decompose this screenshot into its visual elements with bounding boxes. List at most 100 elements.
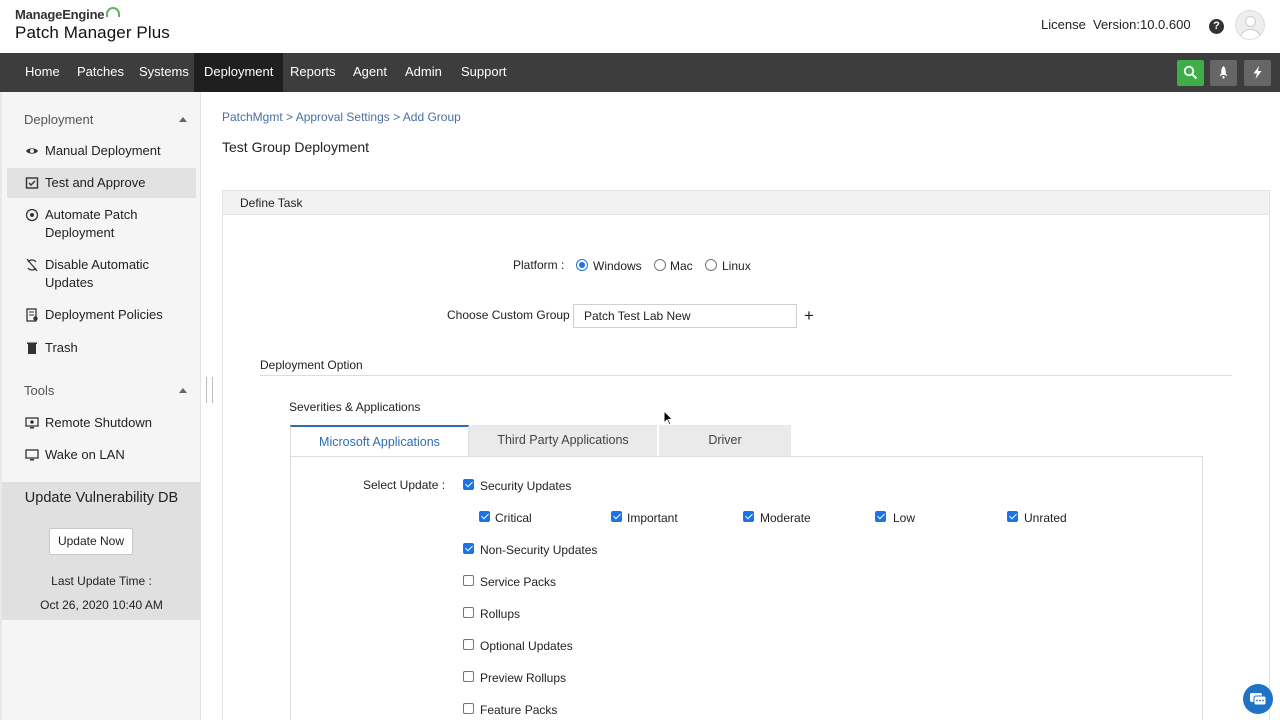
sidebar-item-label: Wake on LAN bbox=[45, 447, 125, 462]
main-nav: Home Patches Systems Deployment Reports … bbox=[0, 53, 1280, 92]
optional-updates-label[interactable]: Optional Updates bbox=[480, 639, 573, 653]
radio-mac[interactable] bbox=[654, 259, 666, 271]
severities-title: Severities & Applications bbox=[289, 400, 421, 414]
important-label[interactable]: Important bbox=[627, 511, 678, 525]
service-packs-label[interactable]: Service Packs bbox=[480, 575, 556, 589]
license-link[interactable]: License bbox=[1041, 17, 1086, 32]
low-label[interactable]: Low bbox=[893, 511, 915, 525]
checkbox-preview-rollups[interactable] bbox=[463, 671, 474, 682]
version-text: Version:10.0.600 bbox=[1093, 17, 1191, 32]
sidebar-item-disable-automatic-updates[interactable]: Disable Automatic Updates bbox=[7, 256, 196, 292]
checkbox-important[interactable] bbox=[611, 511, 622, 522]
sidebar-section-deployment[interactable]: Deployment bbox=[24, 112, 93, 127]
nav-patches[interactable]: Patches bbox=[67, 53, 134, 92]
select-update-label: Select Update : bbox=[363, 478, 446, 492]
rollups-label[interactable]: Rollups bbox=[480, 607, 520, 621]
update-now-button[interactable]: Update Now bbox=[49, 528, 133, 555]
nav-admin[interactable]: Admin bbox=[395, 53, 452, 92]
sidebar: Deployment Manual Deployment Test and Ap… bbox=[0, 92, 201, 720]
nav-support[interactable]: Support bbox=[451, 53, 517, 92]
sidebar-item-wake-on-lan[interactable]: Wake on LAN bbox=[7, 446, 196, 464]
radio-linux-label[interactable]: Linux bbox=[722, 259, 751, 273]
critical-label[interactable]: Critical bbox=[495, 511, 532, 525]
sidebar-collapse-handle[interactable] bbox=[206, 377, 213, 403]
sidebar-item-trash[interactable]: Trash bbox=[7, 339, 196, 357]
logo-arc-icon bbox=[106, 7, 121, 17]
update-db-title: Update Vulnerability DB bbox=[24, 490, 179, 506]
rocket-icon bbox=[1219, 66, 1228, 79]
checkbox-non-security-updates[interactable] bbox=[463, 543, 474, 554]
checkbox-low[interactable] bbox=[875, 511, 886, 522]
sidebar-item-automate-patch-deployment[interactable]: Automate Patch Deployment bbox=[7, 206, 196, 242]
nav-deployment[interactable]: Deployment bbox=[194, 53, 284, 92]
radio-linux[interactable] bbox=[705, 259, 717, 271]
tab-third-party-applications[interactable]: Third Party Applications bbox=[469, 425, 657, 456]
security-updates-label[interactable]: Security Updates bbox=[480, 479, 571, 493]
nav-agent[interactable]: Agent bbox=[343, 53, 397, 92]
app-logo[interactable]: ManageEngine Patch Manager Plus bbox=[15, 7, 170, 43]
sidebar-item-label: Disable Automatic Updates bbox=[45, 257, 150, 290]
checkbox-critical[interactable] bbox=[479, 511, 490, 522]
sidebar-item-manual-deployment[interactable]: Manual Deployment bbox=[7, 142, 196, 160]
collapse-caret-icon[interactable] bbox=[179, 388, 187, 393]
search-button[interactable] bbox=[1177, 60, 1204, 86]
sidebar-item-label: Trash bbox=[45, 340, 78, 355]
checkbox-security-updates[interactable] bbox=[463, 479, 474, 490]
help-icon[interactable]: ? bbox=[1209, 19, 1224, 34]
checklist-icon bbox=[25, 177, 39, 189]
chat-icon bbox=[1250, 693, 1267, 706]
panel-title: Define Task bbox=[240, 196, 303, 210]
preview-rollups-label[interactable]: Preview Rollups bbox=[480, 671, 566, 685]
custom-group-label: Choose Custom Group : bbox=[447, 308, 577, 322]
checkbox-rollups[interactable] bbox=[463, 607, 474, 618]
radio-windows-label[interactable]: Windows bbox=[593, 259, 642, 273]
checkbox-service-packs[interactable] bbox=[463, 575, 474, 586]
sidebar-item-test-and-approve[interactable]: Test and Approve bbox=[7, 168, 196, 198]
collapse-caret-icon[interactable] bbox=[179, 117, 187, 122]
quick-actions-button[interactable] bbox=[1244, 60, 1271, 86]
radio-windows[interactable] bbox=[576, 259, 588, 271]
moderate-label[interactable]: Moderate bbox=[760, 511, 811, 525]
quick-launch-button[interactable] bbox=[1210, 60, 1237, 86]
checkbox-optional-updates[interactable] bbox=[463, 639, 474, 650]
nav-reports[interactable]: Reports bbox=[280, 53, 346, 92]
mouse-cursor-icon bbox=[663, 410, 674, 426]
sidebar-item-label: Deployment Policies bbox=[45, 307, 163, 322]
non-security-updates-label[interactable]: Non-Security Updates bbox=[480, 543, 597, 557]
sidebar-section-tools[interactable]: Tools bbox=[24, 383, 54, 398]
checkbox-feature-packs[interactable] bbox=[463, 703, 474, 714]
tab-driver[interactable]: Driver bbox=[659, 425, 791, 456]
add-group-icon[interactable]: + bbox=[804, 306, 814, 326]
sidebar-item-label: Test and Approve bbox=[45, 175, 146, 190]
checkbox-moderate[interactable] bbox=[743, 511, 754, 522]
tab-content bbox=[290, 456, 1203, 720]
deployment-option-title: Deployment Option bbox=[260, 358, 363, 372]
update-vulnerability-db-box: Update Vulnerability DB Update Now Last … bbox=[2, 482, 201, 620]
brand-name: ManageEngine bbox=[15, 7, 105, 22]
nav-systems[interactable]: Systems bbox=[129, 53, 199, 92]
gear-cycle-icon bbox=[25, 208, 39, 222]
sidebar-item-label: Automate Patch Deployment bbox=[45, 207, 138, 240]
sidebar-item-label: Remote Shutdown bbox=[45, 415, 152, 430]
checkbox-unrated[interactable] bbox=[1007, 511, 1018, 522]
tab-microsoft-applications[interactable]: Microsoft Applications bbox=[290, 425, 469, 456]
unrated-label[interactable]: Unrated bbox=[1024, 511, 1067, 525]
feature-packs-label[interactable]: Feature Packs bbox=[480, 703, 557, 717]
sidebar-item-remote-shutdown[interactable]: Remote Shutdown bbox=[7, 414, 196, 432]
radio-mac-label[interactable]: Mac bbox=[670, 259, 693, 273]
eye-icon bbox=[26, 148, 38, 154]
breadcrumb[interactable]: PatchMgmt > Approval Settings > Add Grou… bbox=[222, 110, 461, 124]
product-name: Patch Manager Plus bbox=[15, 23, 170, 42]
search-icon bbox=[1183, 65, 1198, 80]
user-avatar[interactable] bbox=[1235, 10, 1265, 40]
last-update-time: Oct 26, 2020 10:40 AM bbox=[40, 598, 163, 612]
sidebar-item-deployment-policies[interactable]: Deployment Policies bbox=[7, 306, 196, 324]
nav-home[interactable]: Home bbox=[15, 53, 70, 92]
policy-document-icon bbox=[26, 308, 38, 322]
custom-group-select[interactable]: Patch Test Lab New bbox=[573, 304, 797, 328]
platform-label: Platform : bbox=[513, 258, 565, 272]
monitor-icon bbox=[25, 449, 39, 461]
chat-button[interactable] bbox=[1243, 684, 1273, 714]
last-update-label: Last Update Time : bbox=[51, 574, 152, 588]
sidebar-item-label: Manual Deployment bbox=[45, 143, 161, 158]
